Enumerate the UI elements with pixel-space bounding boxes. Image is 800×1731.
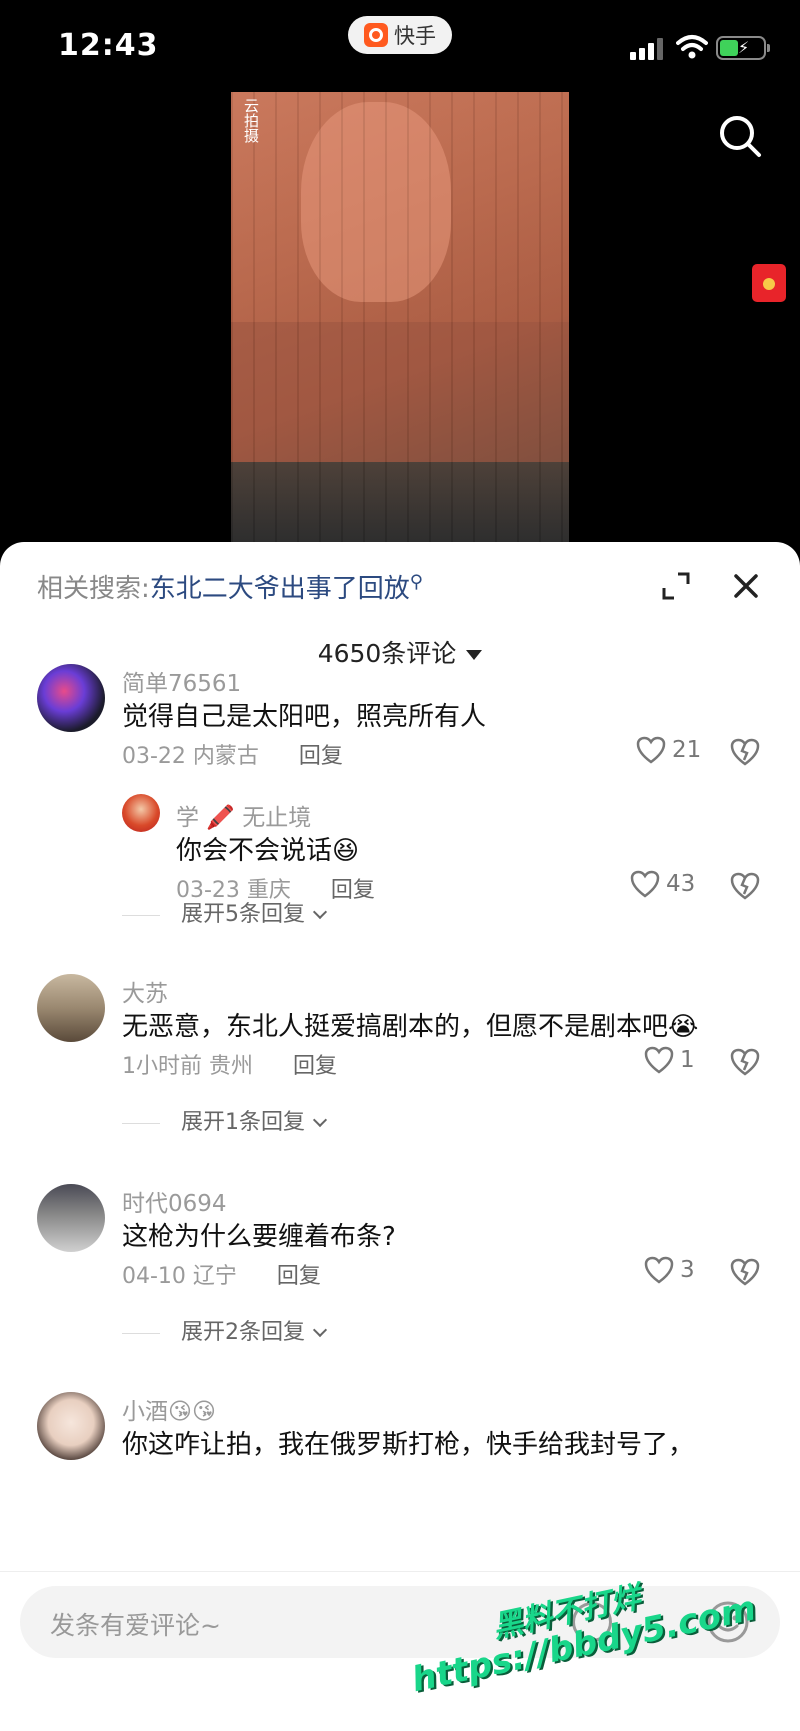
- comment-username[interactable]: 时代0694: [122, 1184, 227, 1218]
- expand-replies-label: 展开1条回复: [181, 1110, 305, 1135]
- chevron-down-icon: [312, 1112, 328, 1128]
- video-frame[interactable]: 云拍摄: [231, 92, 569, 542]
- like-button[interactable]: 21: [636, 736, 701, 764]
- comment-text[interactable]: 这枪为什么要缠着布条?: [122, 1216, 396, 1253]
- heart-icon: [644, 1256, 674, 1284]
- avatar[interactable]: [122, 794, 160, 832]
- related-label: 相关搜索:: [37, 574, 150, 604]
- caret-down-icon: [466, 650, 483, 660]
- comment-input-placeholder: 发条有爱评论~: [50, 1611, 221, 1640]
- expand-replies-label: 展开2条回复: [181, 1320, 305, 1345]
- like-button[interactable]: 1: [644, 1046, 695, 1074]
- heart-icon: [636, 736, 666, 764]
- like-count: 21: [672, 737, 702, 763]
- related-term[interactable]: 东北二大爷出事了回放: [150, 574, 410, 604]
- like-count: 43: [666, 871, 696, 897]
- avatar[interactable]: [37, 664, 105, 732]
- app-name: 快手: [394, 24, 436, 48]
- comment-text[interactable]: 你这咋让拍，我在俄罗斯打枪，快手给我封号了，: [122, 1424, 694, 1461]
- comment-text[interactable]: 无恶意，东北人挺爱搞剧本的，但愿不是剧本吧😭: [122, 1006, 698, 1043]
- site-watermark: 黑料不打烊 https://bbdy5.com: [400, 1549, 759, 1700]
- expand-replies-button[interactable]: 展开1条回复: [122, 1104, 328, 1136]
- related-search[interactable]: 相关搜索:东北二大爷出事了回放⚲: [37, 568, 423, 605]
- wifi-icon: [676, 35, 708, 59]
- search-icon[interactable]: [716, 112, 764, 160]
- chevron-down-icon: [312, 904, 328, 920]
- comment-username[interactable]: 简单76561: [122, 664, 241, 698]
- reply-button[interactable]: 回复: [293, 1054, 337, 1079]
- heart-icon: [630, 870, 660, 898]
- heart-icon: [644, 1046, 674, 1074]
- app-indicator[interactable]: 快手: [348, 16, 452, 54]
- like-button[interactable]: 3: [644, 1256, 695, 1284]
- dislike-icon[interactable]: [730, 1258, 760, 1286]
- reply-button[interactable]: 回复: [299, 744, 343, 769]
- comment-count[interactable]: 4650条评论: [0, 634, 800, 670]
- comment-text[interactable]: 你会不会说话😆: [176, 830, 359, 867]
- red-packet-icon[interactable]: [752, 264, 786, 302]
- comment-count-label: 4650条评论: [317, 639, 457, 668]
- comment-meta: 1小时前 贵州 回复: [122, 1048, 337, 1080]
- comment-text[interactable]: 觉得自己是太阳吧，照亮所有人: [122, 696, 486, 733]
- comment-username[interactable]: 大苏: [122, 974, 168, 1008]
- close-icon[interactable]: [730, 570, 762, 602]
- avatar[interactable]: [37, 974, 105, 1042]
- dislike-icon[interactable]: [730, 872, 760, 900]
- avatar[interactable]: [37, 1184, 105, 1252]
- comment-meta: 03-22 内蒙古 回复: [122, 738, 343, 770]
- comment-panel: 相关搜索:东北二大爷出事了回放⚲ 4650条评论 简单76561 觉得自己是太阳…: [0, 542, 800, 1731]
- like-button[interactable]: 43: [630, 870, 695, 898]
- fullscreen-icon[interactable]: [660, 570, 692, 602]
- like-count: 3: [680, 1257, 695, 1283]
- kuaishou-logo-icon: [364, 23, 388, 47]
- expand-replies-label: 展开5条回复: [181, 902, 305, 927]
- like-count: 1: [680, 1047, 695, 1073]
- comment-username[interactable]: 学 🖍️ 无止境: [176, 798, 311, 832]
- expand-replies-button[interactable]: 展开2条回复: [122, 1314, 328, 1346]
- comment-input-bar: 发条有爱评论~ 黑料不打烊 https://bbdy5.com: [0, 1571, 800, 1731]
- signal-icon: [630, 38, 666, 60]
- dislike-icon[interactable]: [730, 1048, 760, 1076]
- comment-date: 04-10 辽宁: [122, 1264, 237, 1289]
- video-watermark: 云拍摄: [242, 98, 260, 143]
- reply-button[interactable]: 回复: [277, 1264, 321, 1289]
- expand-replies-button[interactable]: 展开5条回复: [122, 896, 328, 928]
- avatar[interactable]: [37, 1392, 105, 1460]
- status-time: 12:43: [58, 28, 159, 63]
- reply-button[interactable]: 回复: [331, 878, 375, 903]
- comment-meta: 04-10 辽宁 回复: [122, 1258, 321, 1290]
- video-player[interactable]: 云拍摄: [0, 92, 800, 542]
- comment-username[interactable]: 小酒😘😘: [122, 1392, 216, 1426]
- comment-date: 1小时前 贵州: [122, 1054, 253, 1079]
- dislike-icon[interactable]: [730, 738, 760, 766]
- chevron-down-icon: [312, 1322, 328, 1338]
- battery-icon: ⚡: [716, 36, 770, 60]
- search-small-icon: ⚲: [409, 571, 423, 593]
- status-bar: 12:43 快手 ⚡: [0, 0, 800, 92]
- comment-date: 03-22 内蒙古: [122, 744, 259, 769]
